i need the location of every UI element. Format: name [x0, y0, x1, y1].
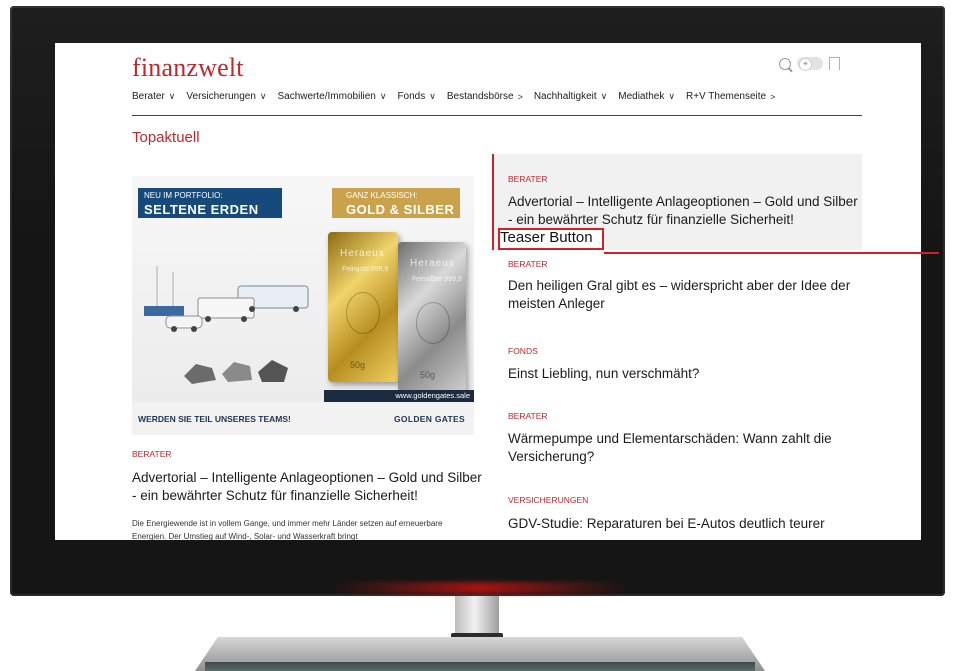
badge-kicker: GANZ KLASSISCH: — [346, 191, 418, 200]
silver-bar-weight: 50g — [420, 370, 436, 380]
vehicles-illustration — [144, 266, 309, 332]
nav-item-sachwerte[interactable]: Sachwerte/Immobilien ∨ — [277, 91, 386, 102]
wheel — [205, 316, 211, 322]
chevron-down-icon: ∨ — [429, 91, 436, 101]
side-article-title[interactable]: Den heiligen Gral gibt es – widerspricht… — [508, 277, 860, 313]
gold-bar-purity: Feingold 999,9 — [342, 266, 389, 273]
badge-headline: SELTENE ERDEN — [144, 202, 259, 217]
main-nav: Berater ∨ Versicherungen ∨ Sachwerte/Immob… — [132, 91, 775, 102]
rock — [184, 364, 216, 384]
nav-label: Berater — [132, 91, 165, 102]
image-footer-left: WERDEN SIE TEIL UNSERES TEAMS! — [138, 414, 291, 424]
nav-item-bestandsboerse[interactable]: Bestandsbörse > — [447, 91, 523, 102]
rock — [258, 360, 288, 382]
side-article-category[interactable]: BERATER — [508, 411, 548, 421]
chevron-down-icon: ∨ — [600, 91, 608, 101]
chevron-down-icon: ∨ — [259, 91, 267, 101]
nav-item-nachhaltigkeit[interactable]: Nachhaltigkeit ∨ — [534, 91, 607, 102]
wheel — [249, 306, 255, 312]
badge-headline: GOLD & SILBER — [346, 202, 455, 217]
featured-article-image[interactable]: NEU IM PORTFOLIO: SELTENE ERDEN GANZ KLA… — [132, 176, 474, 435]
nav-label: R+V Themenseite — [685, 91, 767, 102]
featured-article-title[interactable]: Advertorial – Intelligente Anlageoptione… — [132, 469, 487, 505]
featured-article-category[interactable]: BERATER — [132, 449, 172, 459]
nav-label: Sachwerte/Immobilien — [277, 91, 376, 102]
side-article-accent-bar — [492, 154, 494, 250]
minerals-illustration — [184, 360, 288, 384]
silver-bar-purity: Feinsilber 999,9 — [412, 276, 462, 283]
featured-article-teaser: Die Energiewende ist in vollem Gange, un… — [132, 519, 443, 540]
truck — [197, 297, 255, 319]
image-footer-right: GOLDEN GATES — [394, 414, 465, 424]
chevron-down-icon: ∨ — [668, 91, 675, 101]
side-article-title[interactable]: Advertorial – Intelligente Anlageoptione… — [508, 193, 860, 229]
side-article-category[interactable]: BERATER — [508, 259, 548, 269]
nav-item-rv-themenseite[interactable]: R+V Themenseite > — [686, 91, 775, 102]
side-article-title[interactable]: Wärmepumpe und Elementarschäden: Wann za… — [508, 430, 860, 466]
side-article-category[interactable]: FONDS — [508, 346, 538, 356]
callout-line — [604, 252, 939, 254]
search-icon[interactable] — [779, 57, 791, 70]
solar-panel — [144, 306, 184, 316]
theme-toggle[interactable]: ☀ — [797, 57, 823, 71]
gold-bar-seal — [346, 292, 380, 334]
chevron-right-icon: > — [517, 91, 523, 102]
car — [165, 315, 203, 329]
side-article-title[interactable]: Einst Liebling, nun verschmäht? — [508, 365, 860, 383]
nav-item-fonds[interactable]: Fonds ∨ — [397, 91, 435, 102]
wheel — [171, 326, 177, 332]
gold-bar: Heraeus Feingold 999,9 50g — [328, 232, 398, 382]
badge-kicker: NEU IM PORTFOLIO: — [144, 191, 223, 200]
chevron-right-icon: > — [770, 91, 776, 102]
silver-bar: Heraeus Feinsilber 999,9 50g — [398, 242, 466, 392]
wheel — [293, 306, 299, 312]
site-logo[interactable]: finanzwelt — [132, 53, 244, 83]
wheel — [191, 326, 197, 332]
monitor-stand-base-edge — [205, 662, 755, 671]
nav-label: Fonds — [397, 91, 426, 102]
chevron-down-icon: ∨ — [379, 91, 387, 101]
chevron-down-icon: ∨ — [168, 91, 176, 101]
image-badge-gold-silber: GANZ KLASSISCH: GOLD & SILBER — [332, 188, 460, 218]
sun-icon: ☀ — [799, 58, 812, 71]
teaser-button-label: Teaser Button — [500, 229, 593, 246]
side-article-title[interactable]: GDV-Studie: Reparaturen bei E-Autos deut… — [508, 515, 860, 533]
side-article-category[interactable]: BERATER — [508, 174, 548, 184]
bookmark-icon[interactable] — [829, 57, 840, 70]
gold-bar-brand: Heraeus — [340, 248, 385, 259]
nav-item-berater[interactable]: Berater ∨ — [132, 91, 175, 102]
nav-divider — [132, 115, 862, 116]
silver-bar-brand: Heraeus — [410, 258, 455, 269]
side-article-category[interactable]: VERSICHERUNGEN — [508, 495, 588, 505]
monitor-stand-neck — [455, 596, 499, 638]
section-title: Topaktuell — [132, 129, 200, 146]
nav-item-mediathek[interactable]: Mediathek ∨ — [618, 91, 675, 102]
gold-bar-weight: 50g — [350, 360, 366, 370]
rock — [222, 362, 252, 382]
monitor-ambient-light — [330, 582, 630, 594]
nav-label: Mediathek — [618, 91, 665, 102]
nav-label: Bestandsbörse — [446, 91, 514, 102]
nav-item-versicherungen[interactable]: Versicherungen ∨ — [186, 91, 266, 102]
wheel — [241, 316, 247, 322]
wind-turbine-mast — [172, 272, 174, 306]
header-icons: ☀ — [779, 57, 840, 71]
nav-label: Versicherungen — [186, 91, 256, 102]
nav-label: Nachhaltigkeit — [533, 91, 597, 102]
website-screen: finanzwelt ☀ Berater ∨ Versicherungen ∨ Sa… — [55, 43, 921, 540]
image-url-banner: www.goldengates.sale — [324, 390, 474, 402]
silver-bar-seal — [416, 302, 450, 344]
image-badge-seltene-erden: NEU IM PORTFOLIO: SELTENE ERDEN — [138, 188, 282, 218]
wind-turbine-mast — [156, 266, 158, 306]
